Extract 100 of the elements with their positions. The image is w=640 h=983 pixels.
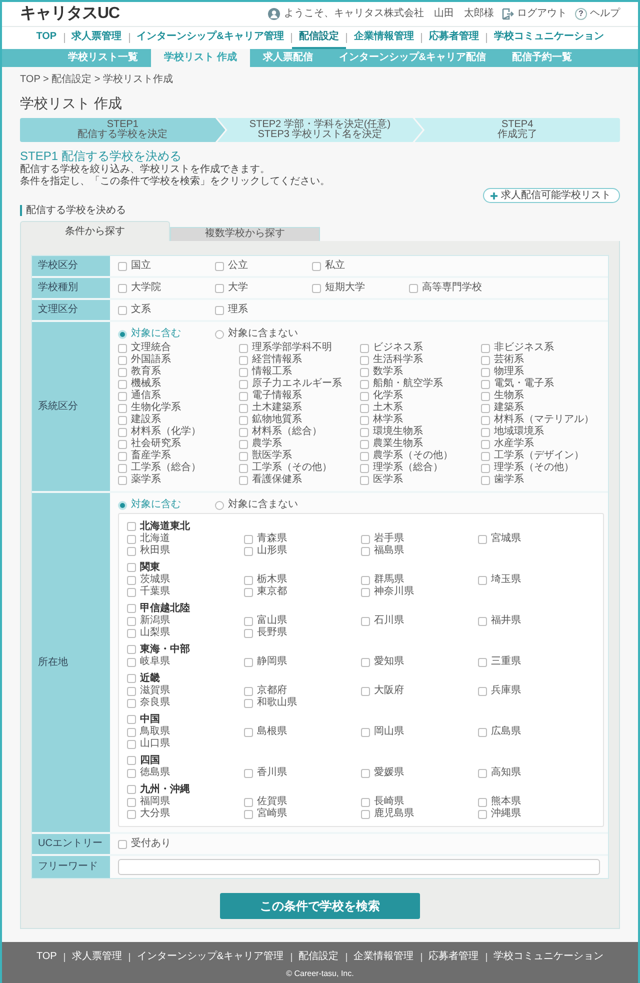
checkbox-label[interactable]: 福島県	[374, 545, 404, 557]
checkbox[interactable]	[481, 440, 490, 448]
checkbox[interactable]	[312, 262, 321, 270]
footer-link[interactable]: インターンシップ&キャリア管理	[130, 951, 291, 963]
checkbox[interactable]	[244, 698, 253, 708]
checkbox[interactable]	[481, 452, 490, 460]
checkbox-label[interactable]: 徳島県	[140, 767, 170, 779]
checkbox-label[interactable]: 農業生物系	[373, 438, 423, 450]
checkbox-label[interactable]: 地域環境系	[494, 426, 544, 438]
tab[interactable]: 複数学校から探す	[170, 227, 320, 241]
checkbox-label[interactable]: 物理系	[494, 366, 524, 378]
checkbox[interactable]	[360, 392, 369, 400]
checkbox-label[interactable]: 社会研究系	[131, 438, 181, 450]
checkbox[interactable]	[127, 576, 136, 584]
checkbox[interactable]	[361, 546, 370, 556]
checkbox[interactable]	[127, 686, 136, 696]
checkbox[interactable]	[118, 464, 127, 472]
checkbox[interactable]	[360, 368, 369, 376]
checkbox[interactable]	[481, 464, 490, 472]
checkbox[interactable]	[481, 428, 490, 436]
checkbox[interactable]	[244, 628, 253, 638]
checkbox-label[interactable]: 群馬県	[374, 574, 404, 586]
checkbox-label[interactable]: 工学系（総合）	[131, 462, 201, 474]
checkbox-label[interactable]: 山形県	[257, 545, 287, 557]
checkbox[interactable]	[481, 380, 490, 388]
checkbox[interactable]	[244, 728, 253, 736]
checkbox-label[interactable]: 宮崎県	[257, 808, 287, 820]
checkbox[interactable]	[409, 284, 418, 292]
checkbox[interactable]	[118, 284, 127, 292]
checkbox-label[interactable]: 大学	[228, 282, 248, 294]
checkbox[interactable]	[478, 616, 487, 626]
checkbox[interactable]	[127, 534, 136, 544]
checkbox[interactable]	[360, 416, 369, 424]
region-label[interactable]: 九州・沖縄	[140, 784, 190, 796]
region-label[interactable]: 北海道東北	[140, 520, 190, 532]
footer-link[interactable]: TOP	[29, 951, 64, 963]
checkbox-label[interactable]: 秋田県	[140, 545, 170, 557]
checkbox-label[interactable]: 材料系（マテリアル）	[494, 414, 594, 426]
checkbox-label[interactable]: 沖縄県	[491, 808, 521, 820]
checkbox-label[interactable]: 林学系	[373, 414, 403, 426]
checkbox-label[interactable]: 教育系	[131, 366, 161, 378]
checkbox-label[interactable]: 熊本県	[491, 796, 521, 808]
checkbox[interactable]	[118, 416, 127, 424]
region-label[interactable]: 関東	[140, 562, 160, 574]
checkbox-label[interactable]: 福岡県	[140, 796, 170, 808]
checkbox-label[interactable]: 生物化学系	[131, 402, 181, 414]
checkbox-label[interactable]: 大学院	[131, 282, 161, 294]
checkbox-label[interactable]: 鹿児島県	[374, 808, 414, 820]
radio-button[interactable]	[118, 330, 127, 338]
checkbox-label[interactable]: 農学系（その他）	[373, 450, 453, 462]
checkbox-label[interactable]: 大分県	[140, 808, 170, 820]
checkbox-label[interactable]: 茨城県	[140, 574, 170, 586]
checkbox-label[interactable]: 建築系	[494, 402, 524, 414]
radio-label[interactable]: 対象に含まない	[228, 328, 298, 340]
checkbox[interactable]	[481, 392, 490, 400]
checkbox-label[interactable]: 滋賀県	[140, 685, 170, 697]
checkbox-label[interactable]: 医学系	[373, 474, 403, 486]
checkbox-label[interactable]: 富山県	[257, 615, 287, 627]
checkbox-label[interactable]: 奈良県	[140, 697, 170, 709]
free-word-field[interactable]	[118, 859, 600, 875]
checkbox-label[interactable]: 看護保健系	[252, 474, 302, 486]
checkbox[interactable]	[239, 380, 248, 388]
radio-label[interactable]: 対象に含まない	[228, 499, 298, 511]
checkbox[interactable]	[478, 686, 487, 696]
footer-link[interactable]: 求人票管理	[64, 951, 129, 963]
checkbox[interactable]	[118, 306, 127, 314]
nav-link[interactable]: インターンシップ&キャリア管理	[130, 27, 291, 49]
nav-link[interactable]: 応募者管理	[422, 27, 486, 49]
checkbox[interactable]	[478, 728, 487, 736]
footer-link[interactable]: 企業情報管理	[346, 951, 421, 963]
checkbox[interactable]	[361, 798, 370, 806]
checkbox-label[interactable]: 獣医学系	[252, 450, 292, 462]
checkbox-label[interactable]: 理系学部学科不明	[252, 342, 332, 354]
checkbox-label[interactable]: 岩手県	[374, 533, 404, 545]
checkbox[interactable]	[478, 658, 487, 666]
checkbox-label[interactable]: 船舶・航空学系	[373, 378, 443, 390]
checkbox-label[interactable]: 愛知県	[374, 656, 404, 668]
search-button[interactable]: この条件で学校を検索	[220, 893, 420, 919]
checkbox-label[interactable]: 理学系（総合）	[373, 462, 443, 474]
checkbox-label[interactable]: 生活科学系	[373, 354, 423, 366]
checkbox-label[interactable]: 京都府	[257, 685, 287, 697]
checkbox[interactable]	[239, 428, 248, 436]
help-link[interactable]: ? ヘルプ	[575, 8, 620, 20]
checkbox[interactable]	[361, 728, 370, 736]
checkbox[interactable]	[215, 284, 224, 292]
checkbox[interactable]	[127, 768, 136, 778]
checkbox-label[interactable]: 文系	[131, 304, 151, 316]
checkbox[interactable]	[118, 476, 127, 484]
checkbox-label[interactable]: 経営情報系	[252, 354, 302, 366]
checkbox-label[interactable]: 非ビジネス系	[494, 342, 554, 354]
footer-link[interactable]: 配信設定	[292, 951, 346, 963]
checkbox[interactable]	[478, 798, 487, 806]
checkbox-label[interactable]: 工学系（デザイン）	[494, 450, 584, 462]
nav-link[interactable]: TOP	[29, 27, 64, 49]
checkbox-label[interactable]: 私立	[325, 260, 345, 272]
tab[interactable]: 条件から探す	[20, 221, 170, 241]
checkbox[interactable]	[361, 588, 370, 596]
checkbox[interactable]	[361, 768, 370, 778]
checkbox[interactable]	[361, 576, 370, 584]
checkbox[interactable]	[118, 356, 127, 364]
